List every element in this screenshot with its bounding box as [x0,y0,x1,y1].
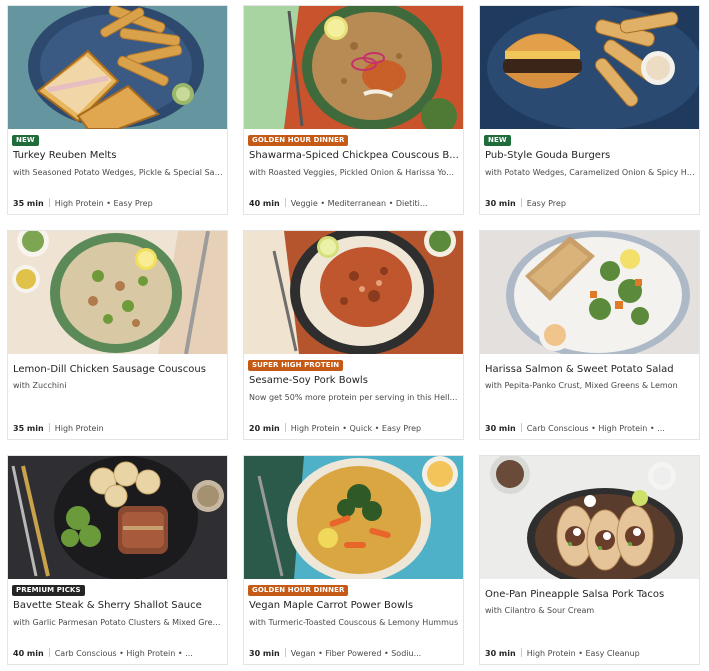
sesame-soy-pork-bowl-photo [244,231,463,354]
cook-time: 35 min [13,199,44,208]
cook-time: 40 min [249,199,280,208]
recipe-tags: Carb Conscious • High Protein • ... [54,649,193,658]
recipe-card[interactable]: Harissa Salmon & Sweet Potato Salad with… [479,230,700,440]
gouda-burger-photo [480,6,699,129]
card-badge: NEW [484,135,511,146]
recipe-title[interactable]: Pub-Style Gouda Burgers [485,150,695,161]
meta-divider [284,423,286,432]
recipe-title[interactable]: Harissa Salmon & Sweet Potato Salad [485,364,695,375]
recipe-subtitle: with Roasted Veggies, Pickled Onion & Ha… [249,168,459,177]
recipe-tags: High Protein • Easy Cleanup [526,649,640,658]
meta-divider [48,648,50,657]
recipe-card[interactable]: PREMIUM PICKS Bavette Steak & Sherry Sha… [7,455,228,665]
meta-divider [284,198,286,207]
recipe-card[interactable]: One-Pan Pineapple Salsa Pork Tacos with … [479,455,700,665]
pineapple-pork-tacos-photo [480,456,699,579]
recipe-card[interactable]: GOLDEN HOUR DINNER Shawarma-Spiced Chick… [243,5,464,215]
recipe-title[interactable]: Shawarma-Spiced Chickpea Couscous B... [249,150,459,161]
chicken-sausage-couscous-photo [8,231,227,354]
recipe-meta: 20 min High Protein • Quick • Easy Prep [249,423,461,433]
recipe-subtitle: with Turmeric-Toasted Couscous & Lemony … [249,618,459,627]
recipe-tags: High Protein • Easy Prep [54,199,153,208]
card-badge: PREMIUM PICKS [12,585,85,596]
recipe-tags: Vegan • Fiber Powered • Sodiu... [290,649,422,658]
bavette-steak-photo [8,456,227,579]
card-badge: GOLDEN HOUR DINNER [248,585,349,596]
recipe-meta: 30 min High Protein • Easy Cleanup [485,648,697,658]
recipe-tags: Easy Prep [526,199,566,208]
shawarma-couscous-bowl-photo [244,6,463,129]
recipe-card[interactable]: NEW Turkey Reuben Melts with Seasoned Po… [7,5,228,215]
recipe-tags: Veggie • Mediterranean • Dietiti... [290,199,428,208]
recipe-meta: 40 min Carb Conscious • High Protein • ..… [13,648,225,658]
recipe-subtitle: with Garlic Parmesan Potato Clusters & M… [13,618,223,627]
recipe-card[interactable]: SUPER HIGH PROTEIN Sesame-Soy Pork Bowls… [243,230,464,440]
meta-divider [520,198,522,207]
recipe-tags: High Protein • Quick • Easy Prep [290,424,422,433]
recipe-meta: 30 min Carb Conscious • High Protein • ..… [485,423,697,433]
cook-time: 35 min [13,424,44,433]
recipe-subtitle: with Cilantro & Sour Cream [485,606,595,615]
card-badge: SUPER HIGH PROTEIN [248,360,344,371]
recipe-title[interactable]: Sesame-Soy Pork Bowls [249,375,459,386]
recipe-card[interactable]: GOLDEN HOUR DINNER Vegan Maple Carrot Po… [243,455,464,665]
turkey-reuben-melts-photo [8,6,227,129]
recipe-card[interactable]: NEW Pub-Style Gouda Burgers with Potato … [479,5,700,215]
recipe-meta: 35 min High Protein [13,423,225,433]
cook-time: 30 min [485,424,516,433]
meta-divider [520,648,522,657]
recipe-subtitle: Now get 50% more protein per serving in … [249,393,459,402]
recipe-subtitle: with Pepita-Panko Crust, Mixed Greens & … [485,381,678,390]
recipe-title[interactable]: Bavette Steak & Sherry Shallot Sauce [13,600,223,611]
card-badge: NEW [12,135,39,146]
cook-time: 40 min [13,649,44,658]
recipe-title[interactable]: One-Pan Pineapple Salsa Pork Tacos [485,589,695,600]
harissa-salmon-salad-photo [480,231,699,354]
recipe-card[interactable]: Lemon-Dill Chicken Sausage Couscous with… [7,230,228,440]
recipe-title[interactable]: Vegan Maple Carrot Power Bowls [249,600,459,611]
recipe-meta: 40 min Veggie • Mediterranean • Dietiti..… [249,198,461,208]
meta-divider [520,423,522,432]
card-badge: GOLDEN HOUR DINNER [248,135,349,146]
recipe-tags: Carb Conscious • High Protein • ... [526,424,665,433]
cook-time: 30 min [249,649,280,658]
recipe-subtitle: with Zucchini [13,381,67,390]
recipe-meta: 30 min Vegan • Fiber Powered • Sodiu... [249,648,461,658]
cook-time: 30 min [485,199,516,208]
meta-divider [48,198,50,207]
cook-time: 30 min [485,649,516,658]
recipe-tags: High Protein [54,424,104,433]
recipe-meta: 30 min Easy Prep [485,198,697,208]
meta-divider [48,423,50,432]
maple-carrot-power-bowl-photo [244,456,463,579]
meta-divider [284,648,286,657]
recipe-meta: 35 min High Protein • Easy Prep [13,198,225,208]
recipe-subtitle: with Potato Wedges, Caramelized Onion & … [485,168,695,177]
recipe-subtitle: with Seasoned Potato Wedges, Pickle & Sp… [13,168,223,177]
cook-time: 20 min [249,424,280,433]
recipe-title[interactable]: Lemon-Dill Chicken Sausage Couscous [13,364,223,375]
recipe-title[interactable]: Turkey Reuben Melts [13,150,223,161]
